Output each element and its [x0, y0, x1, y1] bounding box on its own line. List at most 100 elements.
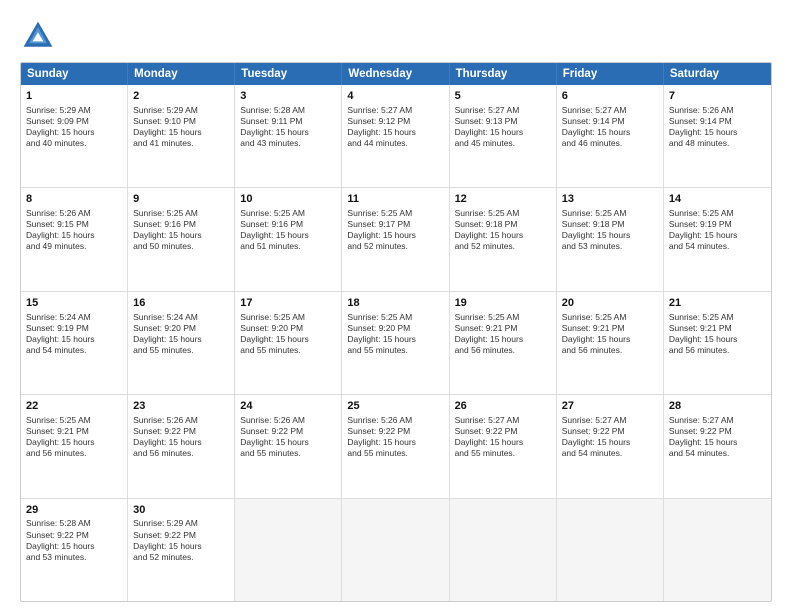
day-number: 30: [133, 503, 229, 518]
header-day-sunday: Sunday: [21, 63, 128, 85]
day-cell-21: 21Sunrise: 5:25 AM Sunset: 9:21 PM Dayli…: [664, 292, 771, 394]
day-info: Sunrise: 5:27 AM Sunset: 9:22 PM Dayligh…: [455, 415, 551, 459]
day-number: 24: [240, 399, 336, 414]
day-info: Sunrise: 5:25 AM Sunset: 9:21 PM Dayligh…: [455, 312, 551, 356]
day-number: 19: [455, 296, 551, 311]
day-number: 11: [347, 192, 443, 207]
day-cell-7: 7Sunrise: 5:26 AM Sunset: 9:14 PM Daylig…: [664, 85, 771, 187]
day-info: Sunrise: 5:26 AM Sunset: 9:22 PM Dayligh…: [240, 415, 336, 459]
header-day-friday: Friday: [557, 63, 664, 85]
day-info: Sunrise: 5:26 AM Sunset: 9:22 PM Dayligh…: [347, 415, 443, 459]
day-cell-26: 26Sunrise: 5:27 AM Sunset: 9:22 PM Dayli…: [450, 395, 557, 497]
day-info: Sunrise: 5:25 AM Sunset: 9:20 PM Dayligh…: [347, 312, 443, 356]
logo-icon: [20, 18, 56, 54]
day-number: 7: [669, 89, 766, 104]
day-cell-8: 8Sunrise: 5:26 AM Sunset: 9:15 PM Daylig…: [21, 188, 128, 290]
calendar-row-2: 8Sunrise: 5:26 AM Sunset: 9:15 PM Daylig…: [21, 188, 771, 291]
day-cell-18: 18Sunrise: 5:25 AM Sunset: 9:20 PM Dayli…: [342, 292, 449, 394]
day-info: Sunrise: 5:26 AM Sunset: 9:14 PM Dayligh…: [669, 105, 766, 149]
day-cell-5: 5Sunrise: 5:27 AM Sunset: 9:13 PM Daylig…: [450, 85, 557, 187]
day-cell-11: 11Sunrise: 5:25 AM Sunset: 9:17 PM Dayli…: [342, 188, 449, 290]
day-number: 18: [347, 296, 443, 311]
day-cell-10: 10Sunrise: 5:25 AM Sunset: 9:16 PM Dayli…: [235, 188, 342, 290]
day-number: 21: [669, 296, 766, 311]
day-number: 26: [455, 399, 551, 414]
day-info: Sunrise: 5:27 AM Sunset: 9:12 PM Dayligh…: [347, 105, 443, 149]
calendar: SundayMondayTuesdayWednesdayThursdayFrid…: [20, 62, 772, 602]
day-info: Sunrise: 5:26 AM Sunset: 9:22 PM Dayligh…: [133, 415, 229, 459]
header-day-saturday: Saturday: [664, 63, 771, 85]
day-number: 5: [455, 89, 551, 104]
day-info: Sunrise: 5:25 AM Sunset: 9:18 PM Dayligh…: [562, 208, 658, 252]
day-info: Sunrise: 5:25 AM Sunset: 9:19 PM Dayligh…: [669, 208, 766, 252]
empty-cell: [235, 499, 342, 601]
day-info: Sunrise: 5:25 AM Sunset: 9:21 PM Dayligh…: [562, 312, 658, 356]
day-cell-19: 19Sunrise: 5:25 AM Sunset: 9:21 PM Dayli…: [450, 292, 557, 394]
day-cell-23: 23Sunrise: 5:26 AM Sunset: 9:22 PM Dayli…: [128, 395, 235, 497]
day-info: Sunrise: 5:26 AM Sunset: 9:15 PM Dayligh…: [26, 208, 122, 252]
day-number: 9: [133, 192, 229, 207]
day-cell-29: 29Sunrise: 5:28 AM Sunset: 9:22 PM Dayli…: [21, 499, 128, 601]
day-number: 4: [347, 89, 443, 104]
day-number: 13: [562, 192, 658, 207]
day-cell-28: 28Sunrise: 5:27 AM Sunset: 9:22 PM Dayli…: [664, 395, 771, 497]
day-number: 29: [26, 503, 122, 518]
empty-cell: [342, 499, 449, 601]
calendar-row-1: 1Sunrise: 5:29 AM Sunset: 9:09 PM Daylig…: [21, 85, 771, 188]
calendar-row-5: 29Sunrise: 5:28 AM Sunset: 9:22 PM Dayli…: [21, 499, 771, 601]
day-cell-12: 12Sunrise: 5:25 AM Sunset: 9:18 PM Dayli…: [450, 188, 557, 290]
empty-cell: [450, 499, 557, 601]
day-info: Sunrise: 5:29 AM Sunset: 9:09 PM Dayligh…: [26, 105, 122, 149]
day-info: Sunrise: 5:24 AM Sunset: 9:20 PM Dayligh…: [133, 312, 229, 356]
day-info: Sunrise: 5:28 AM Sunset: 9:22 PM Dayligh…: [26, 518, 122, 562]
day-info: Sunrise: 5:24 AM Sunset: 9:19 PM Dayligh…: [26, 312, 122, 356]
day-cell-16: 16Sunrise: 5:24 AM Sunset: 9:20 PM Dayli…: [128, 292, 235, 394]
day-cell-22: 22Sunrise: 5:25 AM Sunset: 9:21 PM Dayli…: [21, 395, 128, 497]
day-info: Sunrise: 5:27 AM Sunset: 9:22 PM Dayligh…: [562, 415, 658, 459]
day-info: Sunrise: 5:27 AM Sunset: 9:13 PM Dayligh…: [455, 105, 551, 149]
day-cell-2: 2Sunrise: 5:29 AM Sunset: 9:10 PM Daylig…: [128, 85, 235, 187]
day-info: Sunrise: 5:25 AM Sunset: 9:20 PM Dayligh…: [240, 312, 336, 356]
day-info: Sunrise: 5:25 AM Sunset: 9:16 PM Dayligh…: [240, 208, 336, 252]
empty-cell: [664, 499, 771, 601]
calendar-row-3: 15Sunrise: 5:24 AM Sunset: 9:19 PM Dayli…: [21, 292, 771, 395]
day-cell-25: 25Sunrise: 5:26 AM Sunset: 9:22 PM Dayli…: [342, 395, 449, 497]
calendar-row-4: 22Sunrise: 5:25 AM Sunset: 9:21 PM Dayli…: [21, 395, 771, 498]
day-info: Sunrise: 5:25 AM Sunset: 9:17 PM Dayligh…: [347, 208, 443, 252]
day-number: 8: [26, 192, 122, 207]
calendar-body: 1Sunrise: 5:29 AM Sunset: 9:09 PM Daylig…: [21, 85, 771, 601]
day-cell-3: 3Sunrise: 5:28 AM Sunset: 9:11 PM Daylig…: [235, 85, 342, 187]
day-cell-6: 6Sunrise: 5:27 AM Sunset: 9:14 PM Daylig…: [557, 85, 664, 187]
day-info: Sunrise: 5:29 AM Sunset: 9:22 PM Dayligh…: [133, 518, 229, 562]
day-number: 20: [562, 296, 658, 311]
day-number: 15: [26, 296, 122, 311]
header-day-thursday: Thursday: [450, 63, 557, 85]
day-cell-14: 14Sunrise: 5:25 AM Sunset: 9:19 PM Dayli…: [664, 188, 771, 290]
day-number: 2: [133, 89, 229, 104]
header-day-wednesday: Wednesday: [342, 63, 449, 85]
day-cell-27: 27Sunrise: 5:27 AM Sunset: 9:22 PM Dayli…: [557, 395, 664, 497]
day-number: 14: [669, 192, 766, 207]
day-info: Sunrise: 5:27 AM Sunset: 9:22 PM Dayligh…: [669, 415, 766, 459]
day-number: 6: [562, 89, 658, 104]
day-number: 16: [133, 296, 229, 311]
header-day-tuesday: Tuesday: [235, 63, 342, 85]
calendar-header: SundayMondayTuesdayWednesdayThursdayFrid…: [21, 63, 771, 85]
day-number: 28: [669, 399, 766, 414]
day-info: Sunrise: 5:28 AM Sunset: 9:11 PM Dayligh…: [240, 105, 336, 149]
day-info: Sunrise: 5:25 AM Sunset: 9:21 PM Dayligh…: [669, 312, 766, 356]
day-number: 1: [26, 89, 122, 104]
day-info: Sunrise: 5:27 AM Sunset: 9:14 PM Dayligh…: [562, 105, 658, 149]
day-number: 17: [240, 296, 336, 311]
day-cell-30: 30Sunrise: 5:29 AM Sunset: 9:22 PM Dayli…: [128, 499, 235, 601]
header: [20, 18, 772, 54]
day-info: Sunrise: 5:29 AM Sunset: 9:10 PM Dayligh…: [133, 105, 229, 149]
day-number: 10: [240, 192, 336, 207]
day-cell-4: 4Sunrise: 5:27 AM Sunset: 9:12 PM Daylig…: [342, 85, 449, 187]
day-cell-20: 20Sunrise: 5:25 AM Sunset: 9:21 PM Dayli…: [557, 292, 664, 394]
day-number: 25: [347, 399, 443, 414]
header-day-monday: Monday: [128, 63, 235, 85]
logo: [20, 18, 62, 54]
day-cell-9: 9Sunrise: 5:25 AM Sunset: 9:16 PM Daylig…: [128, 188, 235, 290]
day-number: 23: [133, 399, 229, 414]
